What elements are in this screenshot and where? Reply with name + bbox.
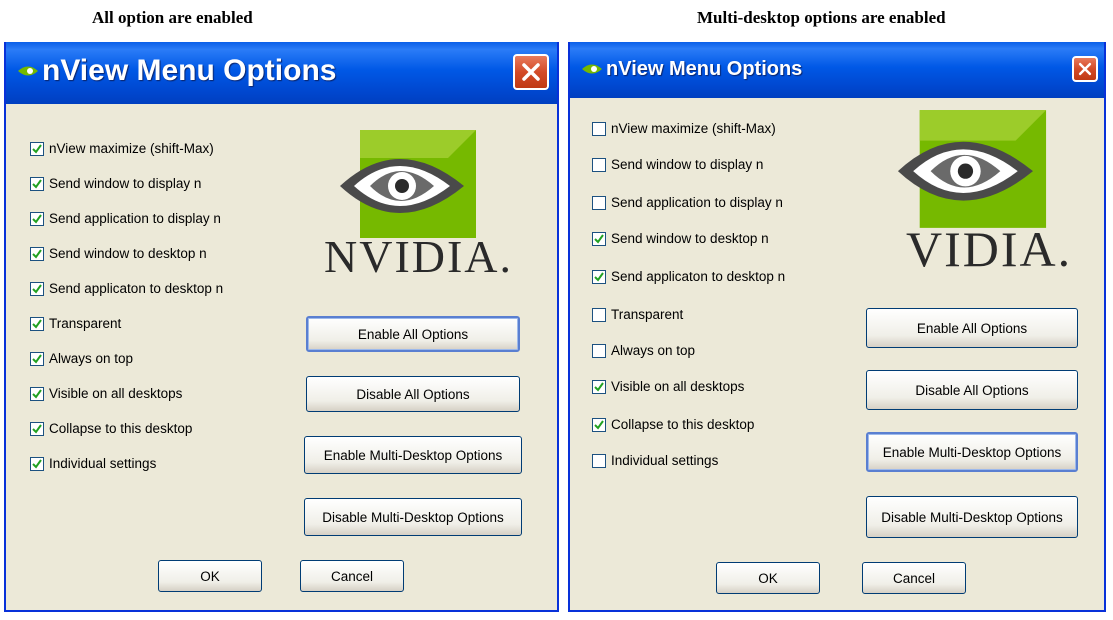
checkbox[interactable] xyxy=(30,317,44,331)
enable-multi-desktop-options-button[interactable]: Enable Multi-Desktop Options xyxy=(866,432,1078,472)
option-label: Send window to desktop n xyxy=(611,231,769,246)
checkbox[interactable] xyxy=(592,196,606,210)
checkmark-icon xyxy=(32,284,42,294)
checkbox[interactable] xyxy=(592,270,606,284)
checkbox[interactable] xyxy=(30,352,44,366)
option-label: Send window to display n xyxy=(49,176,202,191)
checkmark-icon xyxy=(594,420,604,430)
checkbox[interactable] xyxy=(30,282,44,296)
checkbox[interactable] xyxy=(592,232,606,246)
checkbox[interactable] xyxy=(30,387,44,401)
title-bar[interactable]: nView Menu Options xyxy=(6,42,557,104)
option-label: Individual settings xyxy=(49,456,157,471)
option-label: Transparent xyxy=(49,316,122,331)
checkbox[interactable] xyxy=(592,418,606,432)
checkbox[interactable] xyxy=(30,247,44,261)
checkbox[interactable] xyxy=(30,142,44,156)
disable-multi-desktop-options-button[interactable]: Disable Multi-Desktop Options xyxy=(304,498,522,536)
option-label: nView maximize (shift-Max) xyxy=(49,141,214,156)
checkbox[interactable] xyxy=(592,122,606,136)
option-label: Send application to display n xyxy=(49,211,221,226)
cancel-button[interactable]: Cancel xyxy=(862,562,966,594)
option-label: Send window to display n xyxy=(611,157,764,172)
nvidia-wordmark: NVIDIA. xyxy=(324,231,514,282)
enable-all-options-button[interactable]: Enable All Options xyxy=(306,316,520,352)
nvidia-title-icon xyxy=(582,64,602,74)
checkbox[interactable] xyxy=(592,158,606,172)
checkmark-icon xyxy=(594,272,604,282)
close-icon xyxy=(1078,62,1092,76)
option-label: Collapse to this desktop xyxy=(611,417,755,432)
option-label: Always on top xyxy=(611,343,696,358)
checkbox[interactable] xyxy=(592,308,606,322)
title-bar[interactable]: nView Menu Options xyxy=(570,42,1104,98)
dialog-all-options: nView Menu Options nView maximize (shift… xyxy=(4,42,559,612)
checkmark-icon xyxy=(32,354,42,364)
nvidia-eye-logo xyxy=(340,130,476,238)
disable-all-options-button[interactable]: Disable All Options xyxy=(866,370,1078,410)
close-icon xyxy=(522,63,540,81)
option-label: Always on top xyxy=(49,351,134,366)
checkbox[interactable] xyxy=(30,422,44,436)
option-label: Send application to display n xyxy=(611,195,783,210)
disable-all-options-button[interactable]: Disable All Options xyxy=(306,376,520,412)
option-label: nView maximize (shift-Max) xyxy=(611,121,776,136)
checkmark-icon xyxy=(32,389,42,399)
option-label: Visible on all desktops xyxy=(611,379,745,394)
checkbox[interactable] xyxy=(592,380,606,394)
checkmark-icon xyxy=(32,424,42,434)
checkbox[interactable] xyxy=(592,454,606,468)
checkmark-icon xyxy=(32,249,42,259)
checkbox[interactable] xyxy=(30,457,44,471)
enable-all-options-button[interactable]: Enable All Options xyxy=(866,308,1078,348)
caption-all-enabled: All option are enabled xyxy=(92,8,253,27)
option-label: Send applicaton to desktop n xyxy=(49,281,224,296)
option-label: Send window to desktop n xyxy=(49,246,207,261)
checkmark-icon xyxy=(32,179,42,189)
checkmark-icon xyxy=(32,319,42,329)
enable-multi-desktop-options-button[interactable]: Enable Multi-Desktop Options xyxy=(304,436,522,474)
nvidia-wordmark: VIDIA. xyxy=(906,221,1073,277)
checkmark-icon xyxy=(32,459,42,469)
close-button[interactable] xyxy=(1072,56,1098,82)
caption-multi-desktop-enabled: Multi-desktop options are enabled xyxy=(697,8,946,27)
ok-button[interactable]: OK xyxy=(158,560,262,592)
option-label: Transparent xyxy=(611,307,684,322)
checkmark-icon xyxy=(594,382,604,392)
option-label: Visible on all desktops xyxy=(49,386,183,401)
checkmark-icon xyxy=(32,144,42,154)
nvidia-title-icon xyxy=(18,66,38,76)
option-label: Send applicaton to desktop n xyxy=(611,269,786,284)
close-button[interactable] xyxy=(513,54,549,90)
dialog-multi-desktop-options: nView Menu Options nView maximize (shift… xyxy=(568,42,1106,612)
option-label: Collapse to this desktop xyxy=(49,421,193,436)
checkbox[interactable] xyxy=(592,344,606,358)
window-title: nView Menu Options xyxy=(42,54,337,87)
nvidia-eye-logo xyxy=(897,110,1047,228)
disable-multi-desktop-options-button[interactable]: Disable Multi-Desktop Options xyxy=(866,496,1078,538)
checkbox[interactable] xyxy=(30,177,44,191)
checkmark-icon xyxy=(594,234,604,244)
checkmark-icon xyxy=(32,214,42,224)
ok-button[interactable]: OK xyxy=(716,562,820,594)
checkbox[interactable] xyxy=(30,212,44,226)
cancel-button[interactable]: Cancel xyxy=(300,560,404,592)
option-label: Individual settings xyxy=(611,453,719,468)
window-title: nView Menu Options xyxy=(606,58,803,80)
